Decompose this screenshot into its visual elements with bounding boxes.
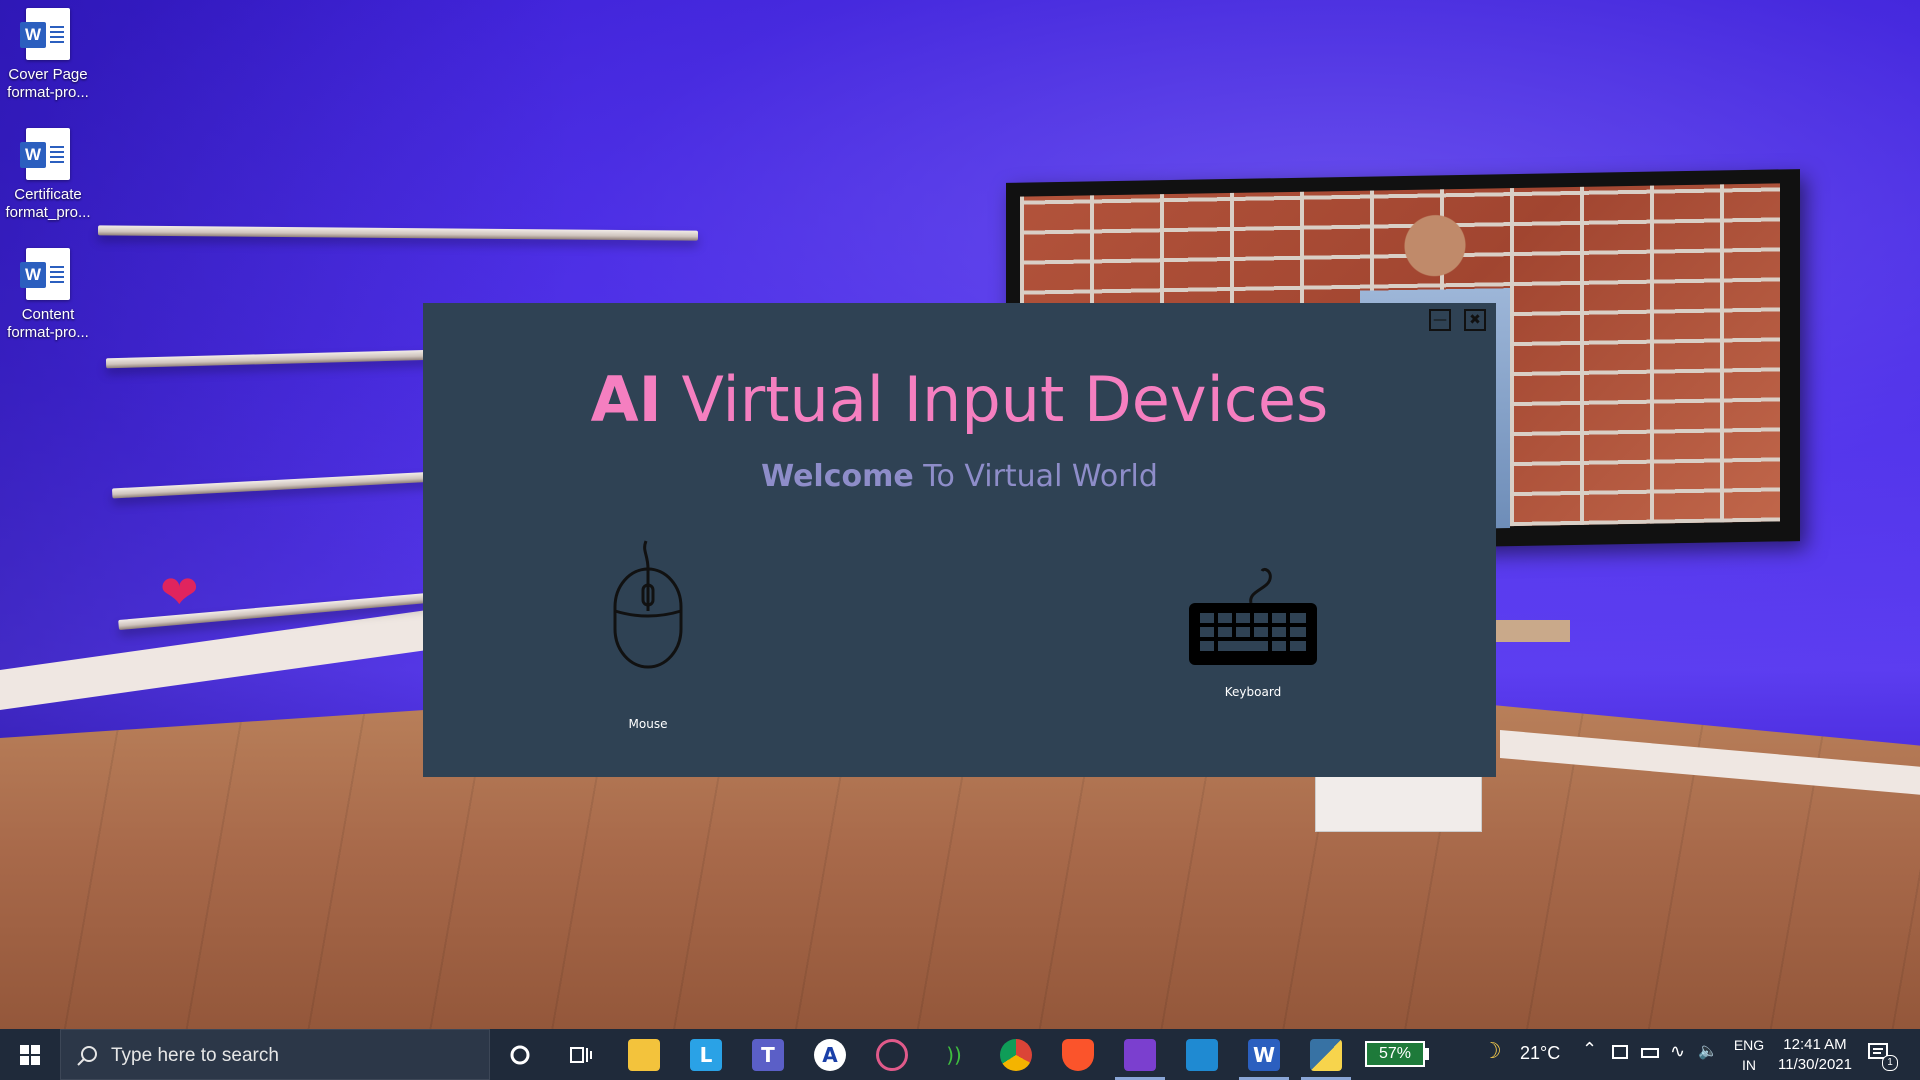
start-button[interactable] bbox=[0, 1029, 60, 1080]
notification-badge: 1 bbox=[1882, 1055, 1898, 1071]
task-view-icon[interactable] bbox=[564, 1039, 596, 1071]
app-subtitle-rest: To Virtual World bbox=[913, 459, 1158, 494]
app-subtitle-bold: Welcome bbox=[761, 459, 914, 494]
media-app-icon[interactable] bbox=[876, 1039, 908, 1071]
mouse-icon bbox=[613, 540, 683, 669]
drawer-unit bbox=[1315, 770, 1482, 832]
desktop-icon-certificate[interactable]: W Certificate format_pro... bbox=[0, 120, 96, 222]
search-icon bbox=[77, 1046, 97, 1066]
search-placeholder: Type here to search bbox=[111, 1045, 279, 1066]
speaker-muted-icon[interactable]: 🔈 bbox=[1698, 1041, 1718, 1060]
word-document-icon: W bbox=[20, 128, 70, 180]
taskbar-search-box[interactable]: Type here to search bbox=[60, 1029, 490, 1080]
desktop-icon-content[interactable]: W Content format-pro... bbox=[0, 240, 96, 342]
desktop-icon-label: format-pro... bbox=[7, 324, 89, 341]
desktop-icon-label: format-pro... bbox=[7, 84, 89, 101]
file-explorer-icon[interactable] bbox=[628, 1039, 660, 1071]
visual-studio-icon[interactable] bbox=[1124, 1039, 1156, 1071]
l-app-icon[interactable]: L bbox=[690, 1039, 722, 1071]
close-button[interactable]: ✖ bbox=[1464, 309, 1486, 331]
weather-temperature[interactable]: 21°C bbox=[1520, 1043, 1560, 1064]
desktop-icon-label: format_pro... bbox=[5, 204, 91, 221]
cortana-icon[interactable] bbox=[504, 1039, 536, 1071]
desktop-icon-label: Certificate bbox=[14, 186, 82, 203]
word-document-icon: W bbox=[20, 8, 70, 60]
desktop-background: ❤ W Cover Page format-pro... W Certifica… bbox=[0, 0, 1920, 1080]
keyboard-icon bbox=[1189, 567, 1317, 665]
show-hidden-icons-chevron-icon[interactable]: ⌃ bbox=[1582, 1039, 1597, 1060]
language-code: ENG bbox=[1733, 1037, 1765, 1053]
battery-nub bbox=[1425, 1048, 1429, 1060]
word-icon[interactable]: W bbox=[1248, 1039, 1280, 1071]
app-window: — ✖ AI Virtual Input Devices Welcome To … bbox=[423, 303, 1496, 777]
language-region: IN bbox=[1742, 1057, 1756, 1073]
desktop-icon-cover-page[interactable]: W Cover Page format-pro... bbox=[0, 0, 96, 102]
clock[interactable]: 12:41 AM 11/30/2021 bbox=[1772, 1035, 1858, 1075]
keyboard-label: Keyboard bbox=[1224, 685, 1282, 699]
clock-time: 12:41 AM bbox=[1783, 1036, 1847, 1053]
wifi-icon[interactable]: ∿ bbox=[1670, 1041, 1685, 1062]
minimize-button[interactable]: — bbox=[1429, 309, 1451, 331]
python-icon[interactable] bbox=[1310, 1039, 1342, 1071]
mouse-label: Mouse bbox=[628, 717, 668, 731]
app-title-bold: AI bbox=[590, 363, 662, 436]
battery-percentage-widget[interactable]: 57% bbox=[1365, 1041, 1425, 1067]
word-document-icon: W bbox=[20, 248, 70, 300]
vs-code-icon[interactable] bbox=[1186, 1039, 1218, 1071]
teams-icon[interactable]: T bbox=[752, 1039, 784, 1071]
desktop-icon-label: Content bbox=[21, 306, 75, 323]
language-indicator[interactable]: ENG IN bbox=[1730, 1035, 1768, 1075]
desktop-icon-label: Cover Page bbox=[8, 66, 88, 83]
chrome-icon[interactable] bbox=[1000, 1039, 1032, 1071]
w-app-icon[interactable]: A bbox=[814, 1039, 846, 1071]
keyboard-device-button[interactable]: Keyboard bbox=[1183, 559, 1323, 699]
battery-icon[interactable] bbox=[1641, 1048, 1659, 1058]
meet-now-icon[interactable] bbox=[1612, 1045, 1628, 1059]
mouse-device-button[interactable]: Mouse bbox=[593, 539, 703, 731]
app-title: AI Virtual Input Devices bbox=[423, 363, 1496, 436]
weather-moon-icon[interactable]: ☽ bbox=[1482, 1039, 1502, 1064]
network-app-icon[interactable]: )) bbox=[938, 1039, 970, 1071]
taskbar: Type here to search L T A )) W 57% ☽ 21°… bbox=[0, 1029, 1920, 1080]
heart-sticker-icon: ❤ bbox=[160, 566, 199, 618]
app-subtitle: Welcome To Virtual World bbox=[423, 459, 1496, 494]
notification-center-button[interactable]: 1 bbox=[1866, 1041, 1898, 1071]
windows-logo-icon bbox=[20, 1045, 40, 1065]
app-title-rest: Virtual Input Devices bbox=[661, 363, 1329, 436]
brave-icon[interactable] bbox=[1062, 1039, 1094, 1071]
clock-date: 11/30/2021 bbox=[1778, 1056, 1852, 1073]
